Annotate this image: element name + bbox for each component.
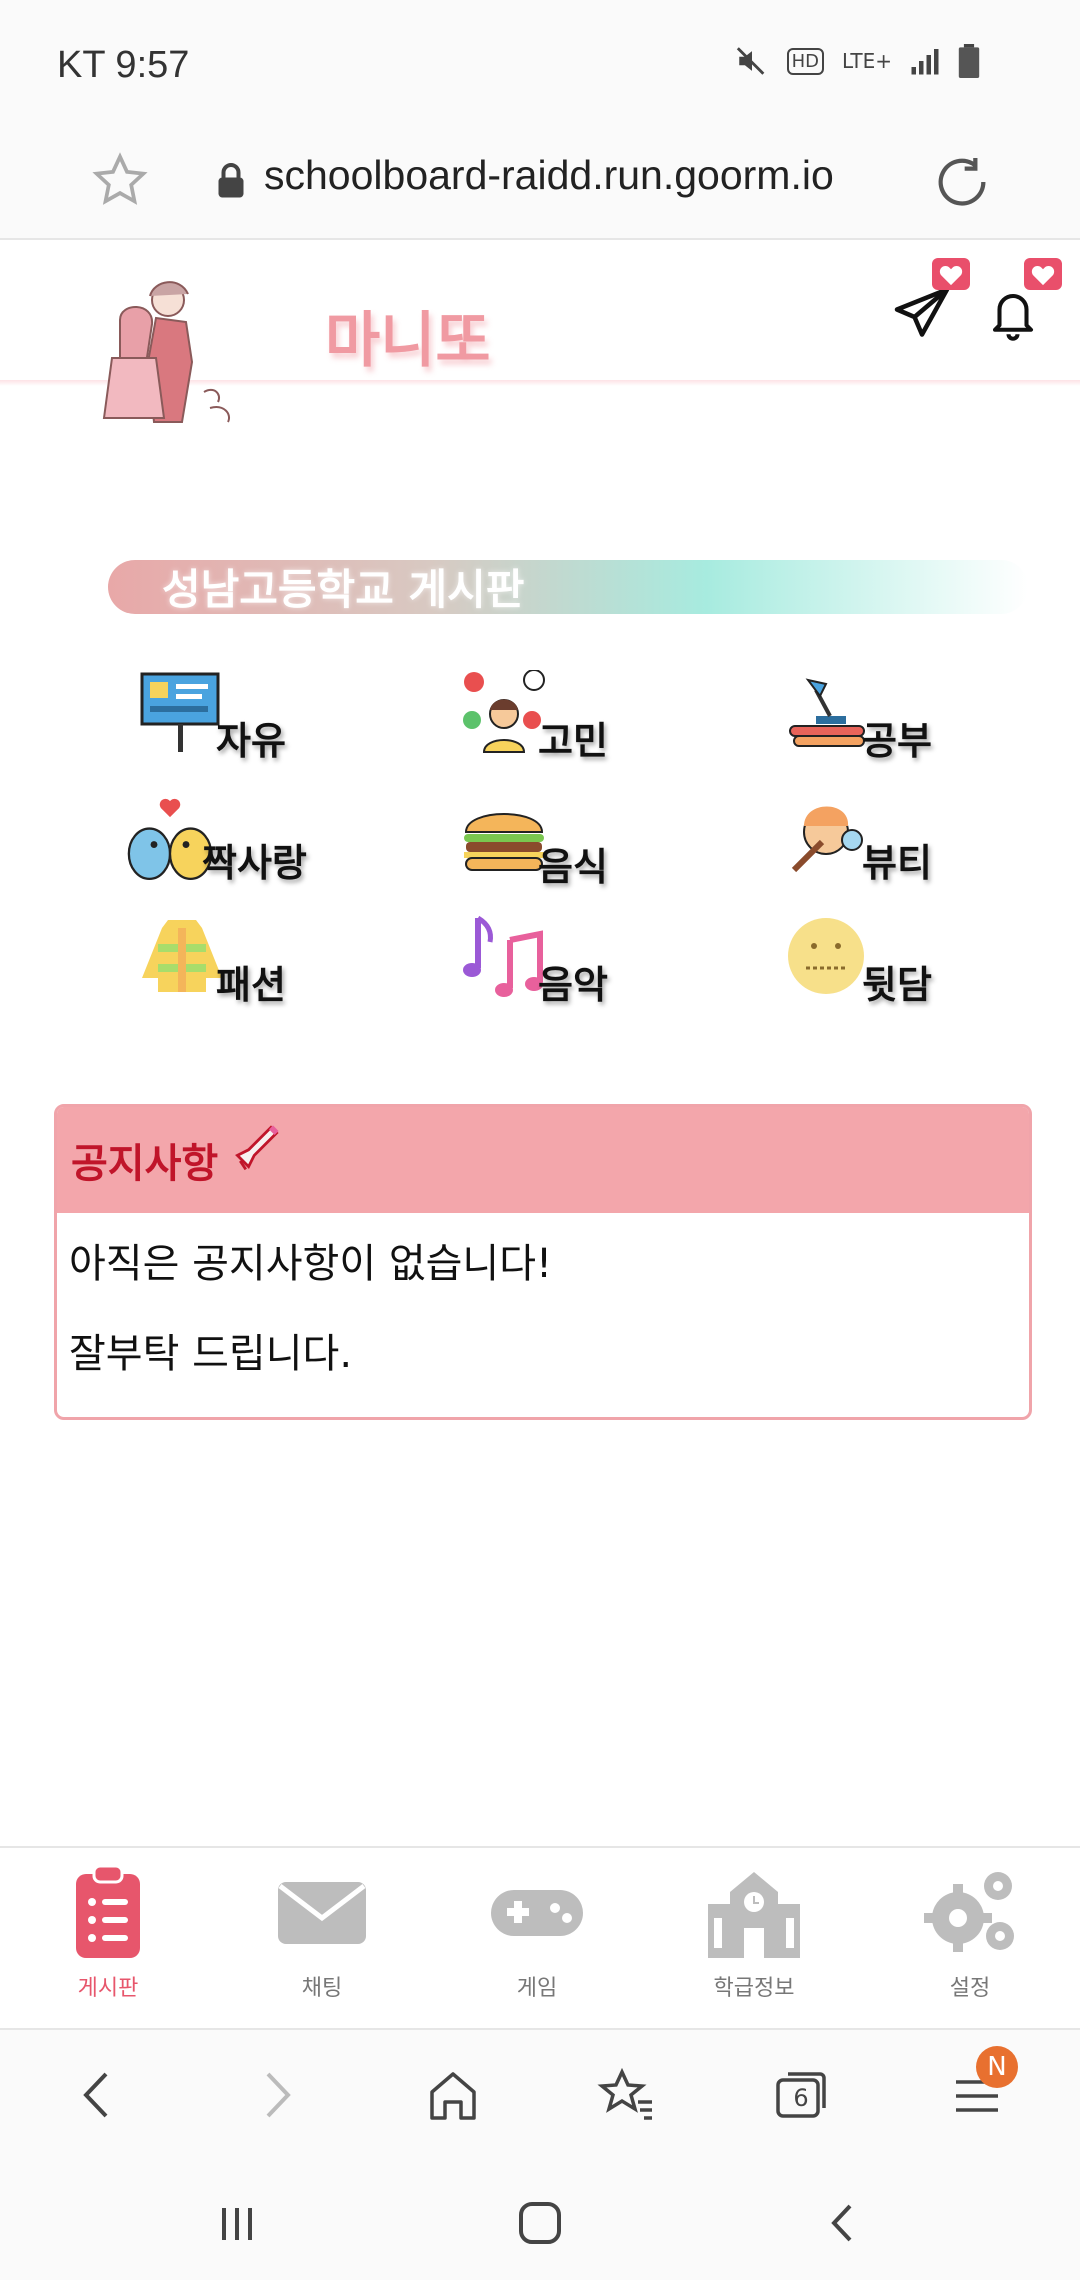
tabs-count: 6 — [793, 2084, 809, 2112]
category-label: 짝사랑 — [202, 841, 307, 885]
nav-label: 게시판 — [77, 1976, 139, 2001]
nav-item-board[interactable]: 게시판 — [8, 1848, 208, 2028]
nav-label: 학급정보 — [713, 1976, 795, 2001]
paper-plane-icon[interactable] — [892, 282, 952, 342]
recent-apps-icon[interactable] — [202, 2188, 272, 2258]
category-label: 고민 — [538, 719, 608, 763]
category-label: 뷰티 — [862, 841, 932, 885]
envelope-icon — [278, 1882, 366, 1944]
category-beauty[interactable]: 뷰티 — [786, 792, 1016, 885]
back-icon[interactable] — [64, 2060, 134, 2130]
nav-item-settings[interactable]: 설정 — [870, 1848, 1070, 2028]
system-back-icon[interactable] — [808, 2188, 878, 2258]
notice-title: 공지사항 — [71, 1141, 219, 1187]
app-title: 마니또 — [325, 306, 491, 376]
menu-notification-badge: N — [976, 2046, 1018, 2088]
heart-icon — [939, 266, 963, 286]
nav-item-class-info[interactable]: 학급정보 — [654, 1848, 854, 2028]
category-music[interactable]: 음악 — [462, 914, 692, 1007]
category-crush[interactable]: 짝사랑 — [122, 792, 352, 885]
music-notes-icon — [463, 915, 543, 997]
gamepad-icon — [491, 1890, 583, 1936]
nav-item-chat[interactable]: 채팅 — [222, 1848, 422, 2028]
clipboard-list-icon — [76, 1864, 140, 1958]
battery-icon — [958, 44, 980, 78]
status-icons: HD LTE+ — [735, 44, 980, 78]
nav-item-game[interactable]: 게임 — [437, 1848, 637, 2028]
couple-logo-illustration[interactable] — [86, 268, 256, 428]
jacket-icon — [142, 920, 222, 992]
burger-icon — [464, 813, 544, 871]
app-bottom-nav: 게시판 채팅 게임 학급정보 설정 — [0, 1846, 1080, 2030]
hd-icon: HD — [786, 47, 824, 75]
mute-icon — [736, 47, 764, 75]
category-free[interactable]: 자유 — [140, 670, 370, 763]
zipper-mouth-face-icon — [788, 918, 864, 994]
notification-heart-badge — [1024, 258, 1062, 290]
forward-icon[interactable] — [240, 2060, 310, 2130]
category-label: 패션 — [216, 963, 286, 1007]
notice-box: 공지사항 아직은 공지사항이 없습니다! 잘부탁 드립니다. — [54, 1104, 1032, 1420]
nav-label: 설정 — [949, 1976, 991, 2001]
category-label: 뒷담 — [862, 963, 932, 1007]
lte-icon: LTE+ — [842, 49, 892, 73]
tabs-button[interactable]: 6 — [766, 2060, 836, 2130]
browser-toolbar: 6 — [0, 2030, 1080, 2160]
status-time: KT 9:57 — [57, 44, 190, 86]
system-nav-bar — [0, 2160, 1080, 2280]
desk-lamp-books-icon — [789, 678, 865, 747]
browser-url-bar: schoolboard-raidd.run.goorm.io — [0, 130, 1080, 240]
category-label: 음식 — [538, 845, 608, 889]
message-heart-badge — [932, 258, 970, 290]
lock-icon — [218, 163, 244, 198]
presentation-board-icon — [140, 672, 220, 752]
nav-label: 게임 — [516, 1976, 558, 2001]
gears-icon — [924, 1872, 1014, 1952]
heart-icon — [1031, 266, 1055, 286]
system-home-icon[interactable] — [505, 2188, 575, 2258]
star-icon — [92, 152, 148, 205]
category-study[interactable]: 공부 — [786, 670, 1016, 763]
notice-line-2: 잘부탁 드립니다. — [69, 1331, 353, 1377]
status-bar: KT 9:57 HD LTE+ — [0, 0, 1080, 130]
board-title: 성남고등학교 게시판 — [162, 565, 525, 614]
category-label: 자유 — [216, 719, 286, 763]
notice-header: 공지사항 — [57, 1107, 1029, 1213]
url-text[interactable]: schoolboard-raidd.run.goorm.io — [264, 152, 834, 199]
bookmarks-icon[interactable] — [592, 2060, 662, 2130]
worried-person-icon — [463, 670, 545, 753]
nav-label: 채팅 — [301, 1976, 343, 2001]
bell-icon[interactable] — [986, 284, 1040, 344]
notice-line-1: 아직은 공지사항이 없습니다! — [69, 1241, 553, 1287]
category-label: 음악 — [538, 963, 608, 1007]
bookmark-star-button[interactable] — [90, 152, 150, 212]
category-food[interactable]: 음식 — [462, 796, 692, 889]
category-label: 공부 — [862, 719, 932, 763]
makeup-icon — [791, 806, 863, 873]
reload-icon[interactable] — [930, 150, 994, 214]
school-building-icon — [708, 1872, 800, 1958]
category-fashion[interactable]: 패션 — [140, 914, 370, 1007]
category-worry[interactable]: 고민 — [462, 670, 692, 763]
signal-icon — [911, 49, 939, 75]
category-gossip[interactable]: 뒷담 — [786, 914, 1016, 1007]
megaphone-icon — [235, 1125, 279, 1171]
home-icon[interactable] — [418, 2060, 488, 2130]
